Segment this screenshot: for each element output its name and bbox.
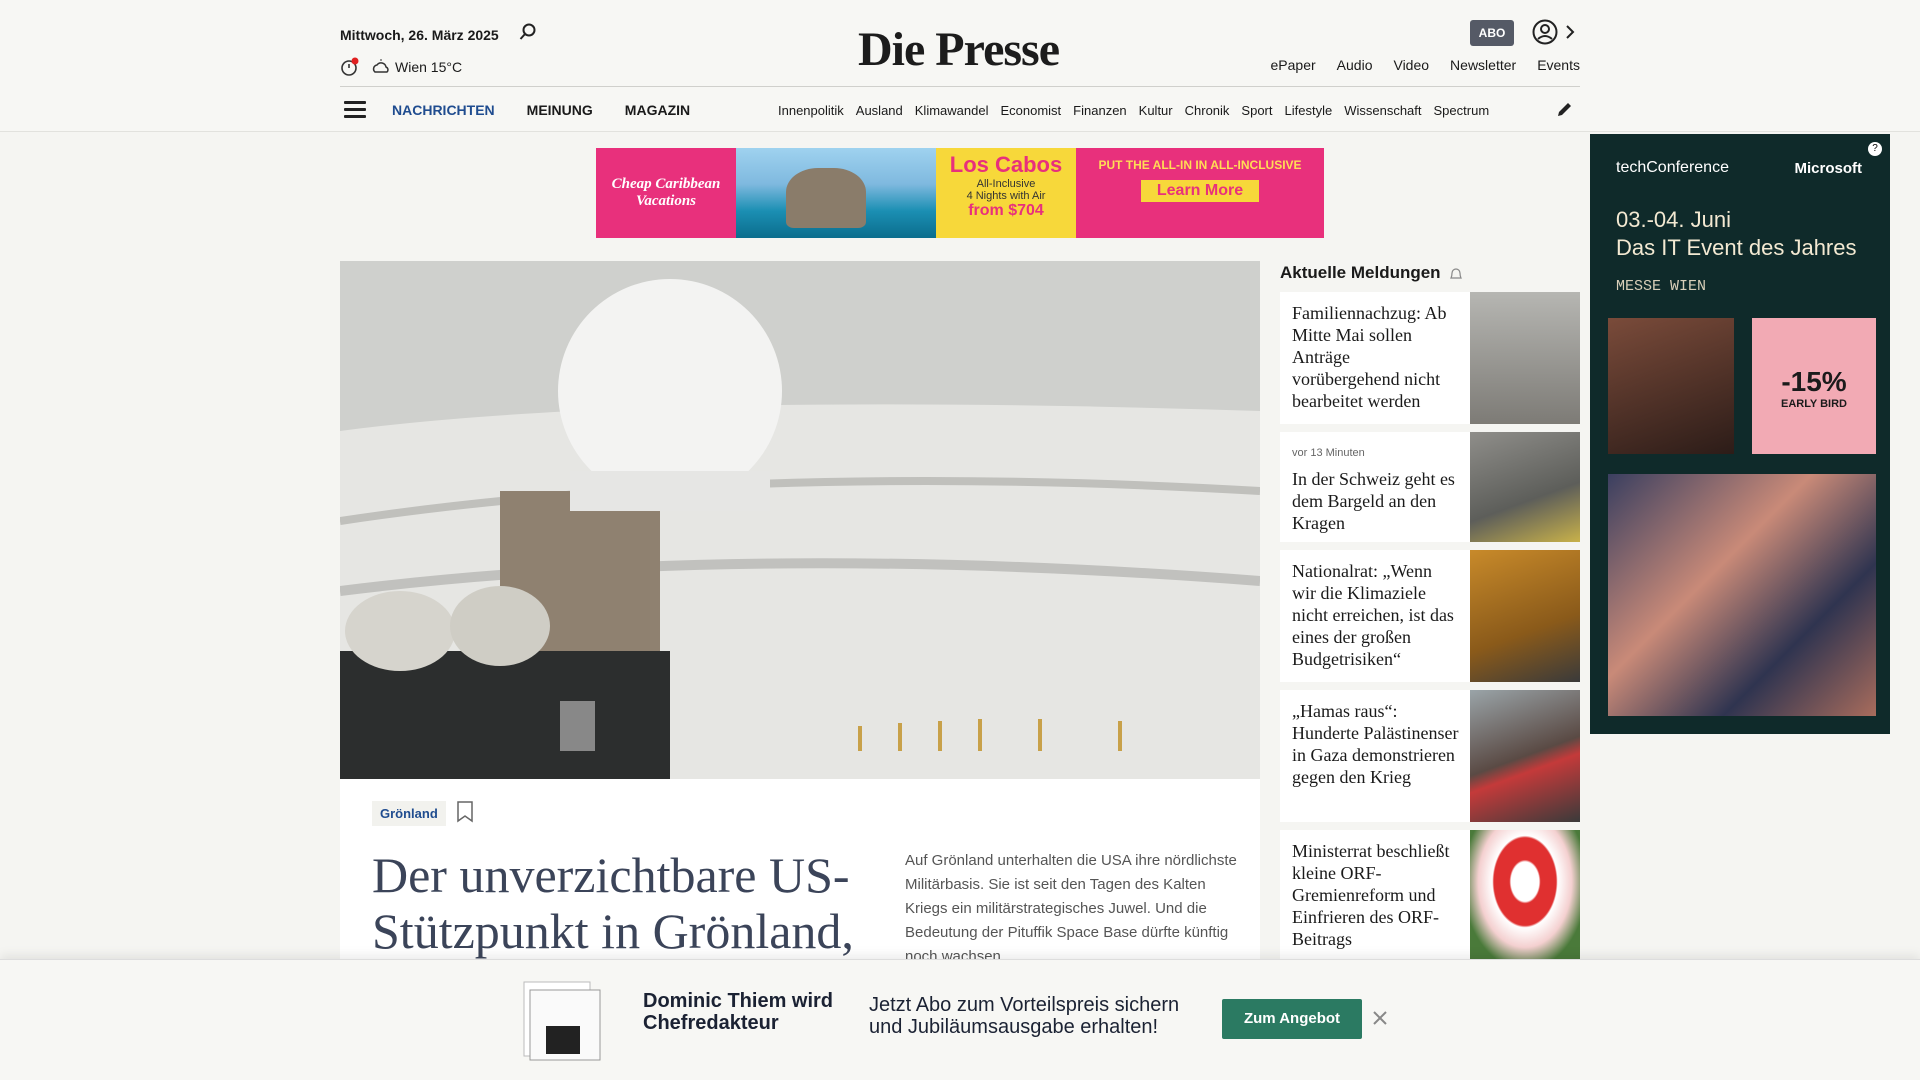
newspaper-thumbnail [523,981,601,1061]
ad-nights: 4 Nights with Air [966,190,1046,202]
top-link-epaper[interactable]: ePaper [1271,57,1316,73]
news-thumbnail [1470,292,1580,424]
ad-offer: Los Cabos All-Inclusive 4 Nights with Ai… [936,148,1076,238]
nav-section-sport[interactable]: Sport [1241,103,1272,118]
news-item-text: In der Schweiz geht es dem Bargeld an de… [1292,469,1455,533]
chevron-right-icon[interactable] [1564,22,1576,42]
main-navigation: NACHRICHTEN MEINUNG MAGAZIN Innenpolitik… [340,86,1580,132]
nav-section-finanzen[interactable]: Finanzen [1073,103,1126,118]
article-headline[interactable]: Der unverzichtbare US-Stützpunkt in Grön… [372,847,882,959]
zum-angebot-button[interactable]: Zum Angebot [1222,999,1362,1039]
article-hero-image[interactable] [340,261,1260,779]
ad-location: MESSE WIEN [1616,278,1707,295]
weather-cloud-icon [372,59,389,73]
ad-dates: 03.-04. Juni [1616,207,1731,232]
news-thumbnail [1470,690,1580,822]
ad-speaker-image [1608,318,1734,454]
ad-rock-image [736,148,936,238]
site-logo[interactable]: Die Presse [858,22,1060,77]
ad-brand: Cheap Caribbean Vacations [596,148,736,238]
ad-discount-box: -15% EARLY BIRD [1752,318,1876,454]
clock-icon[interactable] [340,57,360,77]
ad-dates-block: 03.-04. Juni Das IT Event des Jahres [1616,206,1857,262]
ad-tagline: Das IT Event des Jahres [1616,235,1857,260]
news-item-content: vor 13 Minuten In der Schweiz geht es de… [1292,442,1460,534]
top-links: ePaper Audio Video Newsletter Events [1271,57,1580,73]
article-lead: Auf Grönland unterhalten die USA ihre nö… [905,852,1237,965]
nav-section-wissenschaft[interactable]: Wissenschaft [1344,103,1421,118]
news-item[interactable]: vor 13 Minuten In der Schweiz geht es de… [1280,432,1580,542]
news-item-text: „Hamas raus“: Hunderte Palästinenser in … [1292,701,1459,787]
bookmark-icon[interactable] [456,801,474,823]
promo-banner: Dominic Thiem wird Chefredakteur Jetzt A… [0,959,1920,1080]
top-link-audio[interactable]: Audio [1337,57,1373,73]
news-item-text: Ministerrat beschließt kleine ORF-Gremie… [1292,841,1450,949]
nav-nachrichten[interactable]: NACHRICHTEN [392,102,495,118]
news-item[interactable]: Nationalrat: „Wenn wir die Klimaziele ni… [1280,550,1580,682]
nav-section-spectrum[interactable]: Spectrum [1434,103,1490,118]
nav-main: NACHRICHTEN MEINUNG MAGAZIN [392,102,690,118]
news-thumbnail [1470,432,1580,542]
current-date: Mittwoch, 26. März 2025 [340,27,499,43]
ad-title: Los Cabos [949,152,1063,177]
abo-button[interactable]: ABO [1470,20,1514,46]
nav-section-innenpolitik[interactable]: Innenpolitik [778,103,844,118]
top-link-video[interactable]: Video [1393,57,1429,73]
ad-crowd-image [1608,474,1876,716]
ad-sidebar[interactable]: ? techConference Microsoft 03.-04. Juni … [1590,134,1890,734]
news-item-time: vor 13 Minuten [1292,447,1365,459]
top-link-newsletter[interactable]: Newsletter [1450,57,1516,73]
promo-headline: Dominic Thiem wird Chefredakteur [643,990,834,1034]
ad-brand-techconference: techConference [1616,159,1729,176]
ad-discount-label: EARLY BIRD [1780,398,1848,410]
nav-magazin[interactable]: MAGAZIN [625,102,690,118]
ad-sub: All-Inclusive [976,178,1036,190]
news-thumbnail [1470,550,1580,682]
hamburger-menu-icon[interactable] [344,101,366,119]
news-item-text: Familiennachzug: Ab Mitte Mai sollen Ant… [1292,303,1447,411]
nav-section-lifestyle[interactable]: Lifestyle [1285,103,1333,118]
promo-text: Jetzt Abo zum Vorteilspreis sichern und … [869,994,1180,1038]
nav-sections: Innenpolitik Ausland Klimawandel Economi… [778,103,1550,118]
close-icon[interactable] [1372,1010,1388,1026]
search-icon[interactable] [519,23,537,41]
ad-learn-more-button[interactable]: Learn More [1140,180,1260,202]
news-section-title: Aktuelle Meldungen [1280,263,1441,282]
ad-price: from $704 [968,202,1044,219]
ad-claim: PUT THE ALL-IN IN ALL-INCLUSIVE [1098,158,1302,172]
news-item[interactable]: Ministerrat beschließt kleine ORF-Gremie… [1280,830,1580,959]
ad-banner-top[interactable]: Cheap Caribbean Vacations Los Cabos All-… [596,148,1324,238]
user-icon[interactable] [1532,19,1558,45]
bell-icon[interactable] [1448,266,1464,282]
nav-section-kultur[interactable]: Kultur [1139,103,1173,118]
article-teaser: Grönland Der unverzichtbare US-Stützpunk… [340,779,1260,965]
pen-icon[interactable] [1556,100,1574,118]
news-item[interactable]: „Hamas raus“: Hunderte Palästinenser in … [1280,690,1580,822]
site-header: Mittwoch, 26. März 2025 Wien 15°C Die Pr… [0,0,1920,132]
article-tag[interactable]: Grönland [372,801,446,826]
news-item[interactable]: Familiennachzug: Ab Mitte Mai sollen Ant… [1280,292,1580,424]
nav-meinung[interactable]: MEINUNG [527,102,593,118]
news-item-text: Nationalrat: „Wenn wir die Klimaziele ni… [1292,561,1454,669]
news-thumbnail [1470,830,1580,959]
nav-section-economist[interactable]: Economist [1000,103,1061,118]
weather-text: Wien 15°C [395,59,463,75]
ad-partner: Microsoft [1794,160,1863,177]
nav-section-ausland[interactable]: Ausland [856,103,903,118]
radar-station-image [340,261,1260,779]
ad-claim-box: PUT THE ALL-IN IN ALL-INCLUSIVE Learn Mo… [1076,148,1324,238]
nav-section-chronik[interactable]: Chronik [1185,103,1230,118]
top-link-events[interactable]: Events [1537,57,1580,73]
nav-section-klimawandel[interactable]: Klimawandel [915,103,989,118]
ad-discount: -15% [1781,366,1847,397]
ad-info-icon[interactable]: ? [1868,142,1882,156]
